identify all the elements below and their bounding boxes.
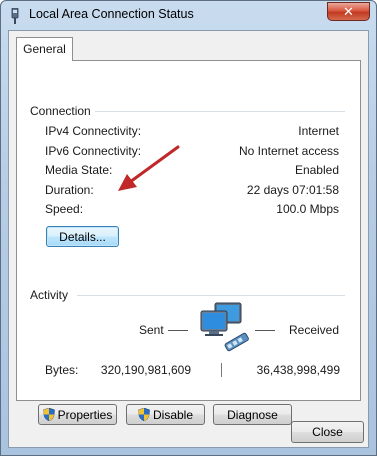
bytes-separator xyxy=(221,363,222,377)
disable-button-label: Disable xyxy=(152,407,194,422)
close-dialog-button-label: Close xyxy=(312,425,343,439)
network-computers-icon xyxy=(200,302,249,352)
sent-label: Sent xyxy=(139,323,164,337)
duration-value: 22 days 07:01:58 xyxy=(246,183,339,197)
speed-label: Speed: xyxy=(45,202,84,216)
window-close-button[interactable]: ✕ xyxy=(327,2,370,21)
sent-connector-line xyxy=(168,330,188,331)
uac-shield-icon xyxy=(138,408,150,421)
disable-button[interactable]: Disable xyxy=(126,404,205,425)
general-tab-panel: Connection IPv4 Connectivity: Internet I… xyxy=(16,60,361,425)
speed-value: 100.0 Mbps xyxy=(276,202,339,216)
media-state-label: Media State: xyxy=(45,163,113,177)
media-state-value: Enabled xyxy=(294,163,339,177)
bytes-received-value: 36,438,998,499 xyxy=(256,363,340,377)
bytes-label: Bytes: xyxy=(45,363,79,377)
properties-button[interactable]: Properties xyxy=(38,404,117,425)
received-label: Received xyxy=(289,323,340,337)
details-button[interactable]: Details... xyxy=(46,226,119,247)
connection-divider xyxy=(89,111,345,112)
window-title: Local Area Connection Status xyxy=(29,7,194,21)
ipv6-label: IPv6 Connectivity: xyxy=(45,144,142,158)
duration-label: Duration: xyxy=(45,183,94,197)
dialog-body: General Connection IPv4 Connectivity: In… xyxy=(8,30,369,448)
activity-heading: Activity xyxy=(30,288,73,302)
properties-button-label: Properties xyxy=(57,407,113,422)
ipv4-value: Internet xyxy=(298,124,339,138)
status-dialog-window: Local Area Connection Status ✕ General C… xyxy=(0,0,377,456)
received-connector-line xyxy=(255,330,275,331)
diagnose-button-label: Diagnose xyxy=(227,407,278,422)
bytes-sent-value: 320,190,981,609 xyxy=(100,363,191,377)
activity-divider xyxy=(77,295,345,296)
close-icon: ✕ xyxy=(343,3,354,19)
connection-heading: Connection xyxy=(30,104,95,118)
tab-general[interactable]: General xyxy=(16,37,73,61)
network-adapter-icon xyxy=(11,8,19,24)
diagnose-button[interactable]: Diagnose xyxy=(213,404,292,425)
ipv6-value: No Internet access xyxy=(238,144,339,158)
close-dialog-button[interactable]: Close xyxy=(291,421,364,443)
ipv4-label: IPv4 Connectivity: xyxy=(45,124,142,138)
title-bar[interactable]: Local Area Connection Status ✕ xyxy=(1,1,376,29)
uac-shield-icon xyxy=(42,408,55,421)
details-button-label: Details... xyxy=(59,229,106,244)
